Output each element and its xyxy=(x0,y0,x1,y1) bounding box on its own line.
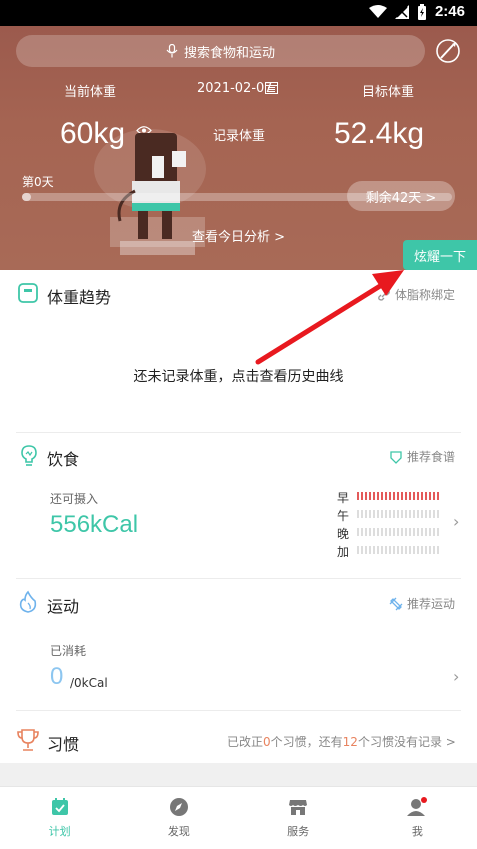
progress-fill xyxy=(22,193,31,201)
burned-unit: /0kCal xyxy=(70,676,108,690)
habit-corrected-count: 0 xyxy=(263,735,271,749)
microphone-icon xyxy=(166,44,178,58)
exercise-title: 运动 xyxy=(47,597,80,616)
diet-chevron-icon[interactable]: › xyxy=(453,512,459,531)
current-weight-label: 当前体重 xyxy=(64,85,117,100)
divider xyxy=(16,578,461,579)
date-text[interactable]: 2021-02-07 xyxy=(197,81,273,96)
habit-summary[interactable]: 已改正0个习惯，还有12个习惯没有记录 > xyxy=(227,733,456,750)
profile-icon xyxy=(407,797,428,816)
dumbbell-icon xyxy=(389,597,403,610)
wifi-icon xyxy=(368,4,387,18)
leaf-shield-icon xyxy=(390,450,402,464)
battery-icon xyxy=(417,3,426,20)
habit-title: 习惯 xyxy=(47,735,80,754)
scale-bind-label: 体脂称绑定 xyxy=(395,288,456,302)
recommend-recipe-button[interactable]: 推荐食谱 xyxy=(389,448,455,465)
target-weight-label: 目标体重 xyxy=(362,85,415,100)
burned-label: 已消耗 xyxy=(50,644,87,658)
nav-discover[interactable]: 发现 xyxy=(119,787,238,849)
nav-me[interactable]: 我 xyxy=(358,787,477,849)
section-spacer xyxy=(0,763,477,786)
weight-header: 搜索食物和运动 当前体重 2021-02-07 目标体重 60kg 记录体重 5… xyxy=(0,26,477,270)
calendar-icon[interactable] xyxy=(265,81,278,94)
status-bar: 2:46 xyxy=(0,0,477,26)
calendar-check-icon xyxy=(51,798,68,815)
nav-service-label: 服务 xyxy=(287,825,310,838)
meal-snack-label: 加 xyxy=(337,545,350,559)
nav-me-label: 我 xyxy=(411,825,423,838)
meal-snack-bar xyxy=(357,546,439,554)
bottom-nav: 计划 发现 服务 我 xyxy=(0,786,477,849)
remaining-days-label: 剩余42天 > xyxy=(365,190,437,206)
divider xyxy=(16,432,461,433)
nav-plan-label: 计划 xyxy=(48,825,71,838)
remaining-days-pill[interactable]: 剩余42天 > xyxy=(347,181,455,211)
lightbulb-icon xyxy=(21,445,37,466)
weight-empty-message[interactable]: 还未记录体重，点击查看历史曲线 xyxy=(0,366,477,386)
search-placeholder: 搜索食物和运动 xyxy=(183,45,275,61)
nav-discover-label: 发现 xyxy=(167,825,190,838)
store-icon xyxy=(289,800,308,815)
flame-icon xyxy=(19,590,37,613)
target-weight-value: 52.4kg xyxy=(334,117,425,150)
meal-breakfast-bar xyxy=(357,492,439,500)
meal-dinner-label: 晚 xyxy=(337,527,350,541)
main-content: 体重趋势 体脂称绑定 还未记录体重，点击查看历史曲线 饮食 推荐食谱 还可摄入 … xyxy=(0,270,477,763)
habit-text-c: 个习惯没有记录 > xyxy=(357,735,456,749)
exercise-chevron-icon[interactable]: › xyxy=(453,667,459,686)
intake-remaining-label: 还可摄入 xyxy=(50,492,99,506)
weight-trend-title: 体重趋势 xyxy=(47,288,112,307)
trophy-icon xyxy=(17,729,39,751)
meal-lunch-bar xyxy=(357,510,439,518)
status-time: 2:46 xyxy=(434,3,465,20)
habit-unrecorded-count: 12 xyxy=(342,735,358,749)
habit-text-b: 个习惯，还有 xyxy=(270,735,343,749)
recommend-exercise-label: 推荐运动 xyxy=(407,597,456,611)
status-icons: 2:46 xyxy=(368,3,465,20)
search-bar[interactable]: 搜索食物和运动 xyxy=(16,35,425,67)
scale-icon xyxy=(18,283,38,303)
diet-title: 饮食 xyxy=(47,450,80,469)
day-counter: 第0天 xyxy=(22,175,54,189)
nav-service[interactable]: 服务 xyxy=(239,787,358,849)
theme-brush-icon[interactable] xyxy=(435,38,461,64)
meal-breakfast-label: 早 xyxy=(337,491,350,505)
divider xyxy=(16,710,461,711)
signal-icon xyxy=(394,4,409,19)
nav-plan[interactable]: 计划 xyxy=(0,787,119,849)
burned-value: 0 xyxy=(50,663,64,690)
compass-icon xyxy=(169,798,188,816)
habit-text-a: 已改正 xyxy=(227,735,264,749)
record-weight-link[interactable]: 记录体重 xyxy=(213,125,265,144)
recommend-exercise-button[interactable]: 推荐运动 xyxy=(389,595,455,612)
scale-bind-button[interactable]: 体脂称绑定 xyxy=(377,286,455,303)
recommend-recipe-label: 推荐食谱 xyxy=(407,450,456,464)
brag-button[interactable]: 炫耀一下 xyxy=(403,240,477,270)
meal-dinner-bar xyxy=(357,528,439,536)
meal-lunch-label: 午 xyxy=(337,509,350,523)
link-icon xyxy=(378,288,390,301)
intake-kcal: 556kCal xyxy=(50,511,139,538)
